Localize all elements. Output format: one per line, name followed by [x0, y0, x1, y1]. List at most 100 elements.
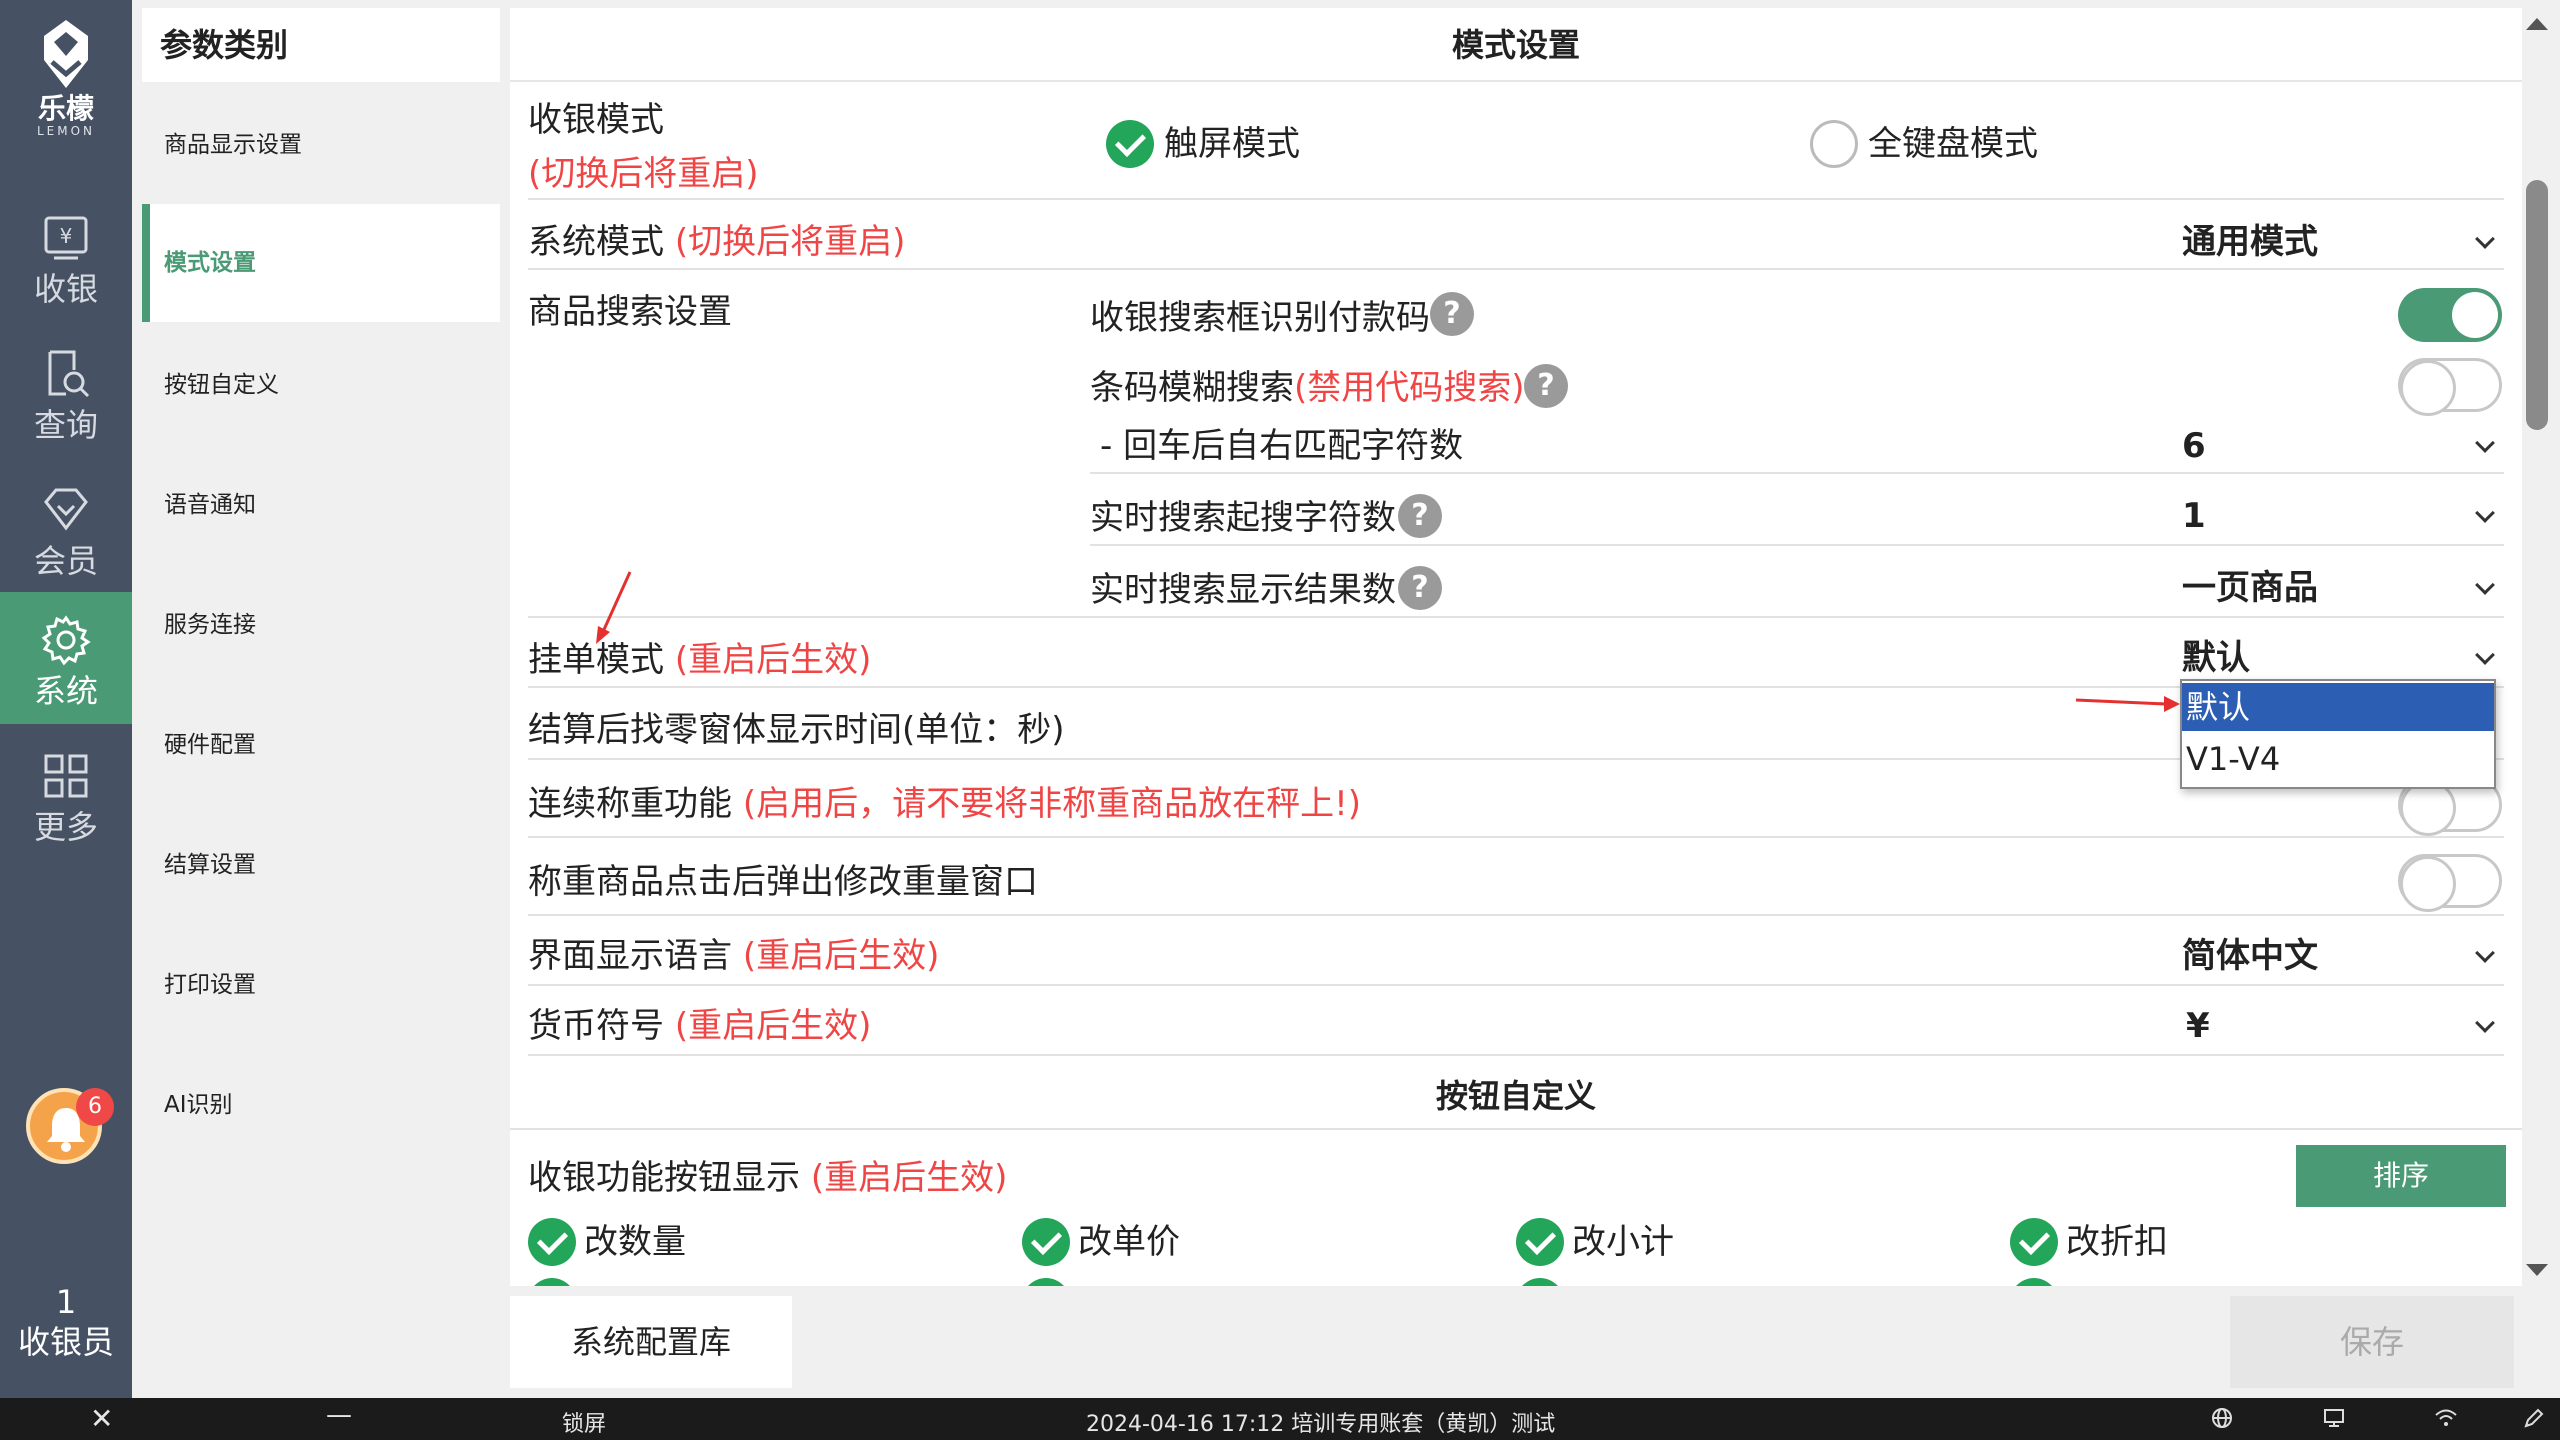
cash-mode-label: 收银模式: [528, 100, 664, 140]
checked-icon[interactable]: [1516, 1218, 1564, 1266]
rail-label: 系统: [33, 672, 98, 710]
category-header: 参数类别: [142, 8, 500, 82]
scroll-down-icon[interactable]: [2526, 1264, 2548, 1276]
rail-item-system[interactable]: 系统: [0, 592, 132, 724]
help-icon[interactable]: ?: [1398, 494, 1442, 538]
status-info: 2024-04-16 17:12 培训专用账套（黄凯）测试: [1086, 1412, 1556, 1437]
cash-mode-note: (切换后将重启): [528, 154, 759, 194]
category-item-print[interactable]: 打印设置: [142, 926, 500, 1044]
cash-register-icon: ¥: [44, 216, 88, 260]
category-item-button-custom[interactable]: 按钮自定义: [142, 326, 500, 444]
fuzzy-barcode-toggle[interactable]: [2398, 358, 2502, 416]
checked-icon[interactable]: [1022, 1218, 1070, 1266]
dropdown-option[interactable]: V1-V4: [2182, 735, 2494, 783]
rail-item-more[interactable]: 更多: [0, 728, 132, 860]
chevron-down-icon[interactable]: [2475, 575, 2495, 595]
category-item-product-display[interactable]: 商品显示设置: [142, 86, 500, 204]
user-info[interactable]: 1 收银员: [0, 1282, 132, 1362]
checked-icon: [1022, 1278, 1070, 1286]
search-settings-label: 商品搜索设置: [528, 292, 732, 332]
checked-icon: [1516, 1278, 1564, 1286]
wifi-icon[interactable]: [2434, 1406, 2458, 1430]
minimize-icon[interactable]: —: [326, 1400, 352, 1430]
change-window-label: 结算后找零窗体显示时间(单位：秒): [528, 710, 1065, 750]
help-icon[interactable]: ?: [1524, 364, 1568, 408]
chevron-down-icon[interactable]: [2475, 433, 2495, 453]
category-panel: 参数类别 商品显示设置 模式设置 按钮自定义 语音通知 服务连接 硬件配置 结算…: [132, 0, 506, 1398]
chevron-down-icon[interactable]: [2475, 229, 2495, 249]
category-item-mode-settings[interactable]: 模式设置: [142, 204, 500, 322]
enter-match-select[interactable]: 6: [2182, 424, 2206, 468]
touch-mode-radio-checked-icon[interactable]: [1106, 120, 1154, 168]
close-icon[interactable]: ✕: [90, 1402, 113, 1435]
divider: [1090, 544, 2504, 546]
taskbar: ✕ — 锁屏 2024-04-16 17:12 培训专用账套（黄凯）测试: [0, 1398, 2560, 1440]
button-option-label[interactable]: 改小计: [1572, 1220, 1674, 1264]
chevron-down-icon[interactable]: [2475, 1013, 2495, 1033]
chevron-down-icon[interactable]: [2475, 943, 2495, 963]
hold-mode-dropdown: 默认 V1-V4: [2180, 679, 2496, 789]
notification-badge: 6: [76, 1088, 114, 1126]
system-mode-select[interactable]: 通用模式: [2182, 220, 2318, 264]
scrollbar[interactable]: [2522, 8, 2552, 1286]
brand-logo: 乐檬 LEMON: [0, 16, 132, 138]
recognize-pay-code-toggle[interactable]: [2398, 288, 2502, 342]
gear-icon: [41, 615, 91, 666]
checked-icon[interactable]: [528, 1218, 576, 1266]
hold-mode-select[interactable]: 默认: [2182, 636, 2250, 680]
category-item-service[interactable]: 服务连接: [142, 566, 500, 684]
realtime-min-label: 实时搜索起搜字符数: [1090, 498, 1396, 538]
monitor-icon[interactable]: [2322, 1406, 2346, 1430]
lock-screen-button[interactable]: 锁屏: [562, 1406, 606, 1438]
divider: [1090, 472, 2504, 474]
edit-icon[interactable]: [2522, 1406, 2546, 1430]
realtime-min-select[interactable]: 1: [2182, 494, 2206, 538]
currency-select[interactable]: ¥: [2186, 1004, 2210, 1048]
hold-mode-label: 挂单模式 (重启后生效): [528, 640, 872, 680]
help-icon[interactable]: ?: [1430, 292, 1474, 336]
touch-mode-label[interactable]: 触屏模式: [1164, 122, 1300, 166]
scroll-up-icon[interactable]: [2526, 18, 2548, 30]
enter-match-label: - 回车后自右匹配字符数: [1100, 426, 1464, 466]
scroll-thumb[interactable]: [2526, 180, 2548, 430]
sort-button[interactable]: 排序: [2296, 1145, 2506, 1207]
dropdown-option[interactable]: 默认: [2182, 683, 2494, 731]
divider: [528, 1054, 2504, 1056]
button-option-label[interactable]: 改数量: [584, 1220, 686, 1264]
category-item-checkout[interactable]: 结算设置: [142, 806, 500, 924]
rail-item-query[interactable]: 查询: [0, 326, 132, 458]
recognize-pay-code-label: 收银搜索框识别付款码: [1090, 298, 1430, 338]
rail-label: 更多: [33, 808, 98, 846]
weigh-popup-label: 称重商品点击后弹出修改重量窗口: [528, 862, 1038, 902]
button-option-label[interactable]: 改折扣: [2066, 1220, 2168, 1264]
brand-name-cn: 乐檬: [37, 92, 94, 125]
button-display-label: 收银功能按钮显示 (重启后生效): [528, 1158, 1008, 1198]
button-option-label[interactable]: 改单价: [1078, 1220, 1180, 1264]
config-library-button[interactable]: 系统配置库: [510, 1296, 792, 1388]
rail-item-cashier[interactable]: ¥ 收银: [0, 190, 132, 322]
chevron-down-icon[interactable]: [2475, 645, 2495, 665]
search-doc-icon: [48, 350, 90, 398]
realtime-results-select[interactable]: 一页商品: [2182, 566, 2318, 610]
language-label: 界面显示语言 (重启后生效): [528, 936, 940, 976]
rail-item-member[interactable]: 会员: [0, 462, 132, 594]
divider: [528, 836, 2504, 838]
keyboard-mode-label[interactable]: 全键盘模式: [1868, 122, 2038, 166]
weigh-popup-toggle[interactable]: [2398, 854, 2502, 912]
rail-label: 会员: [33, 542, 98, 580]
language-select[interactable]: 简体中文: [2182, 934, 2318, 978]
continuous-weigh-label: 连续称重功能 (启用后，请不要将非称重商品放在秤上!): [528, 784, 1361, 824]
rail-label: 查询: [33, 406, 98, 444]
globe-icon[interactable]: [2210, 1406, 2234, 1430]
help-icon[interactable]: ?: [1398, 566, 1442, 610]
chevron-down-icon[interactable]: [2475, 503, 2495, 523]
checked-icon: [2010, 1278, 2058, 1286]
save-button[interactable]: 保存: [2230, 1296, 2514, 1388]
category-item-hardware[interactable]: 硬件配置: [142, 686, 500, 804]
keyboard-mode-radio[interactable]: [1810, 120, 1858, 168]
divider: [528, 914, 2504, 916]
currency-label: 货币符号 (重启后生效): [528, 1006, 872, 1046]
category-item-voice[interactable]: 语音通知: [142, 446, 500, 564]
category-item-ai[interactable]: AI识别: [142, 1046, 500, 1164]
checked-icon[interactable]: [2010, 1218, 2058, 1266]
